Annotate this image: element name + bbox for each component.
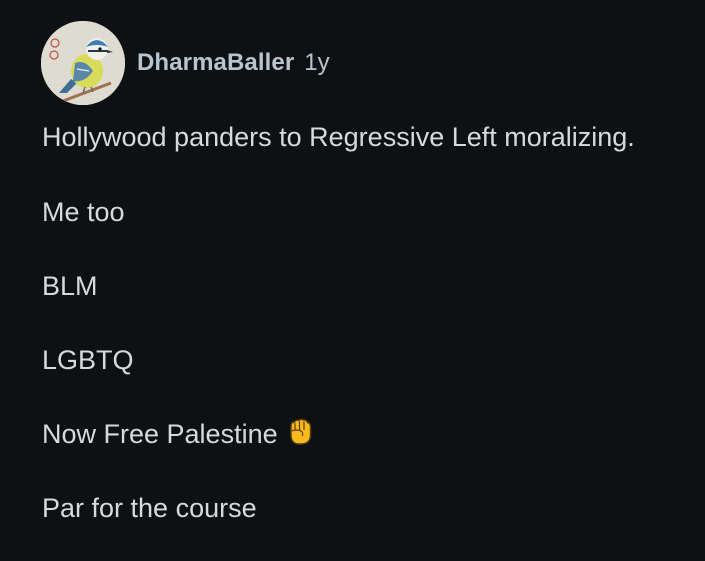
blue-tit-bird-icon xyxy=(41,21,125,105)
comment-line-with-emoji: Now Free Palestine xyxy=(42,417,314,455)
comment-timestamp[interactable]: 1y xyxy=(304,49,329,77)
comment-line: Now Free Palestine xyxy=(42,419,278,449)
comment: DharmaBaller 1y Hollywood panders to Reg… xyxy=(0,0,705,561)
comment-line: LGBTQ xyxy=(42,345,134,375)
comment-line: Par for the course xyxy=(42,493,257,523)
comment-line: Hollywood panders to Regressive Left mor… xyxy=(42,122,635,152)
comment-line: BLM xyxy=(42,271,98,301)
comment-line: Me too xyxy=(42,197,125,227)
comment-header: DharmaBaller 1y xyxy=(41,21,330,105)
comment-author[interactable]: DharmaBaller xyxy=(137,49,294,77)
raised-fist-icon xyxy=(286,417,314,455)
avatar[interactable] xyxy=(41,21,125,105)
